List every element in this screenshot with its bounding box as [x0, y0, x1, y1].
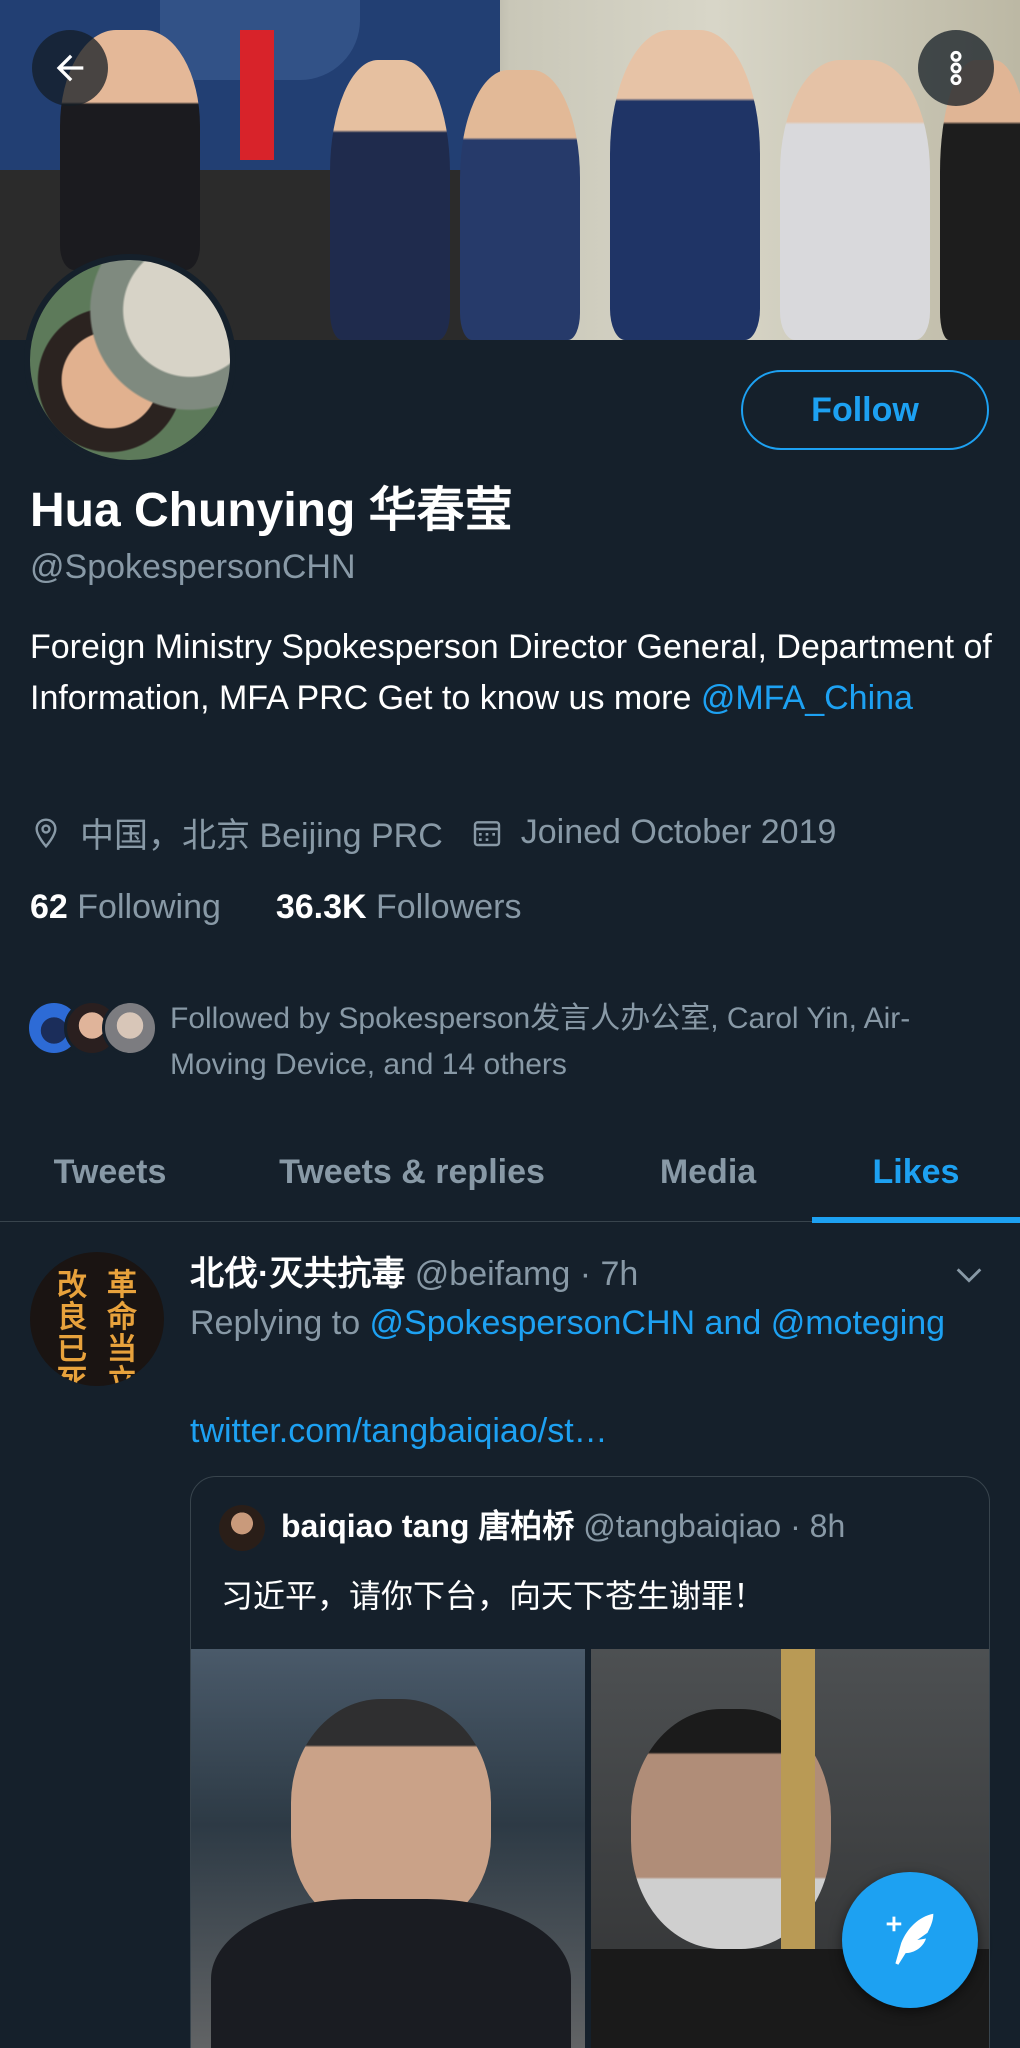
profile-meta: 中国，北京 Beijing PRC Joined October 2019	[30, 808, 864, 857]
replying-to-links[interactable]: @SpokespersonCHN and @moteging	[370, 1304, 946, 1342]
tweet-time: · 7h	[579, 1255, 639, 1293]
tweet-header: 北伐·灭共抗毒 @beifamg · 7h	[190, 1246, 638, 1295]
follow-button[interactable]: Follow	[741, 370, 989, 450]
location-text: 中国，北京 Beijing PRC	[80, 817, 443, 855]
avatar-text-right: 革命当立	[107, 1268, 137, 1387]
compose-button[interactable]	[842, 1872, 978, 2008]
chevron-down-icon[interactable]	[952, 1258, 986, 1292]
bio-mention-link[interactable]: @MFA_China	[701, 679, 913, 717]
location-pin-icon	[35, 817, 57, 848]
tweet-avatar[interactable]: 革命当立 改良已死	[30, 1252, 164, 1386]
join-date: Joined October 2019	[471, 813, 837, 852]
arrow-left-icon	[56, 54, 84, 82]
tab-media[interactable]: Media	[604, 1122, 812, 1222]
avatar-text-left: 改良已死	[57, 1268, 87, 1387]
quote-avatar	[219, 1505, 265, 1551]
calendar-icon	[473, 820, 500, 846]
photo-figure	[211, 1899, 571, 2048]
banner-person	[460, 70, 580, 340]
tab-likes[interactable]: Likes	[812, 1122, 1020, 1223]
compose-tweet-icon	[886, 1913, 934, 1965]
followed-by[interactable]: Followed by Spokesperson发言人办公室, Carol Yi…	[26, 996, 1006, 1088]
quote-header: baiqiao tang 唐柏桥 @tangbaiqiao · 8h	[281, 1501, 845, 1547]
more-vertical-icon	[950, 50, 962, 86]
location: 中国，北京 Beijing PRC	[30, 808, 443, 857]
photo-figure	[291, 1699, 491, 1929]
banner-person	[330, 60, 450, 340]
quote-text: 习近平，请你下台，向天下苍生谢罪！	[221, 1577, 766, 1615]
following-stat[interactable]: 62 Following	[30, 888, 221, 926]
quote-image-left[interactable]	[191, 1649, 585, 2048]
join-date-text: Joined October 2019	[520, 813, 837, 851]
replying-prefix: Replying to	[190, 1304, 370, 1342]
followed-by-avatars	[26, 996, 166, 1058]
replying-to: Replying to @SpokespersonCHN and @motegi…	[190, 1298, 990, 1349]
profile-bio: Foreign Ministry Spokesperson Director G…	[30, 622, 1000, 724]
tweet-username[interactable]: @beifamg	[415, 1255, 570, 1293]
following-count: 62	[30, 888, 68, 926]
more-button[interactable]	[918, 30, 994, 106]
followers-count: 36.3K	[275, 888, 367, 926]
quote-time: · 8h	[790, 1508, 846, 1544]
profile-stats: 62 Following 36.3K Followers	[30, 888, 521, 927]
following-label: Following	[77, 888, 221, 926]
banner-person	[780, 60, 930, 340]
followers-label: Followers	[376, 888, 522, 926]
followers-stat[interactable]: 36.3K Followers	[276, 888, 522, 926]
profile-handle: @SpokespersonCHN	[30, 548, 356, 586]
quote-display-name: baiqiao tang 唐柏桥	[281, 1508, 575, 1544]
tab-tweets-replies[interactable]: Tweets & replies	[220, 1122, 604, 1222]
profile-tabs: Tweets Tweets & replies Media Likes	[0, 1122, 1020, 1223]
back-button[interactable]	[32, 30, 108, 106]
followed-by-text: Followed by Spokesperson发言人办公室, Carol Yi…	[170, 1002, 911, 1081]
banner-person	[610, 30, 760, 340]
avatar	[102, 1000, 158, 1056]
tweet-display-name[interactable]: 北伐·灭共抗毒	[190, 1255, 405, 1293]
quote-username: @tangbaiqiao	[583, 1508, 782, 1544]
tab-tweets[interactable]: Tweets	[0, 1122, 220, 1222]
profile-avatar[interactable]	[24, 254, 236, 466]
banner-flag	[240, 30, 274, 160]
tweet-link[interactable]: twitter.com/tangbaiqiao/st…	[190, 1412, 608, 1451]
profile-name: Hua Chunying 华春莹	[30, 484, 513, 537]
